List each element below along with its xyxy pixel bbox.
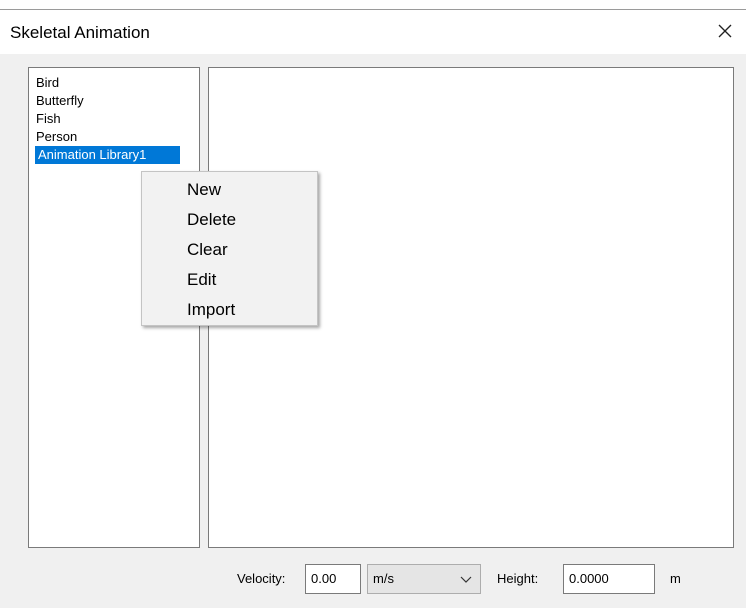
menu-item-new[interactable]: New: [142, 175, 317, 205]
window-title: Skeletal Animation: [10, 23, 150, 42]
close-button[interactable]: [710, 16, 740, 46]
list-item[interactable]: Bird: [29, 74, 199, 92]
menu-item-import[interactable]: Import: [142, 295, 317, 325]
menu-item-clear[interactable]: Clear: [142, 235, 317, 265]
height-input[interactable]: 0.0000: [563, 564, 655, 594]
velocity-unit-value: m/s: [373, 571, 394, 586]
list-item[interactable]: Person: [29, 128, 199, 146]
velocity-label: Velocity:: [237, 571, 286, 586]
list-item-selected[interactable]: Animation Library1: [35, 146, 180, 164]
close-icon: [718, 24, 732, 38]
menu-item-delete[interactable]: Delete: [142, 205, 317, 235]
chevron-down-icon: [460, 576, 472, 583]
list-item[interactable]: Fish: [29, 110, 199, 128]
velocity-input[interactable]: 0.00: [305, 564, 361, 594]
menu-item-edit[interactable]: Edit: [142, 265, 317, 295]
title-bar: Skeletal Animation: [0, 10, 746, 54]
window-top-edge: [0, 0, 746, 10]
context-menu: New Delete Clear Edit Import: [141, 171, 318, 326]
height-unit-label: m: [670, 571, 681, 586]
velocity-unit-select[interactable]: m/s: [367, 564, 481, 594]
list-item[interactable]: Butterfly: [29, 92, 199, 110]
height-label: Height:: [497, 571, 539, 586]
